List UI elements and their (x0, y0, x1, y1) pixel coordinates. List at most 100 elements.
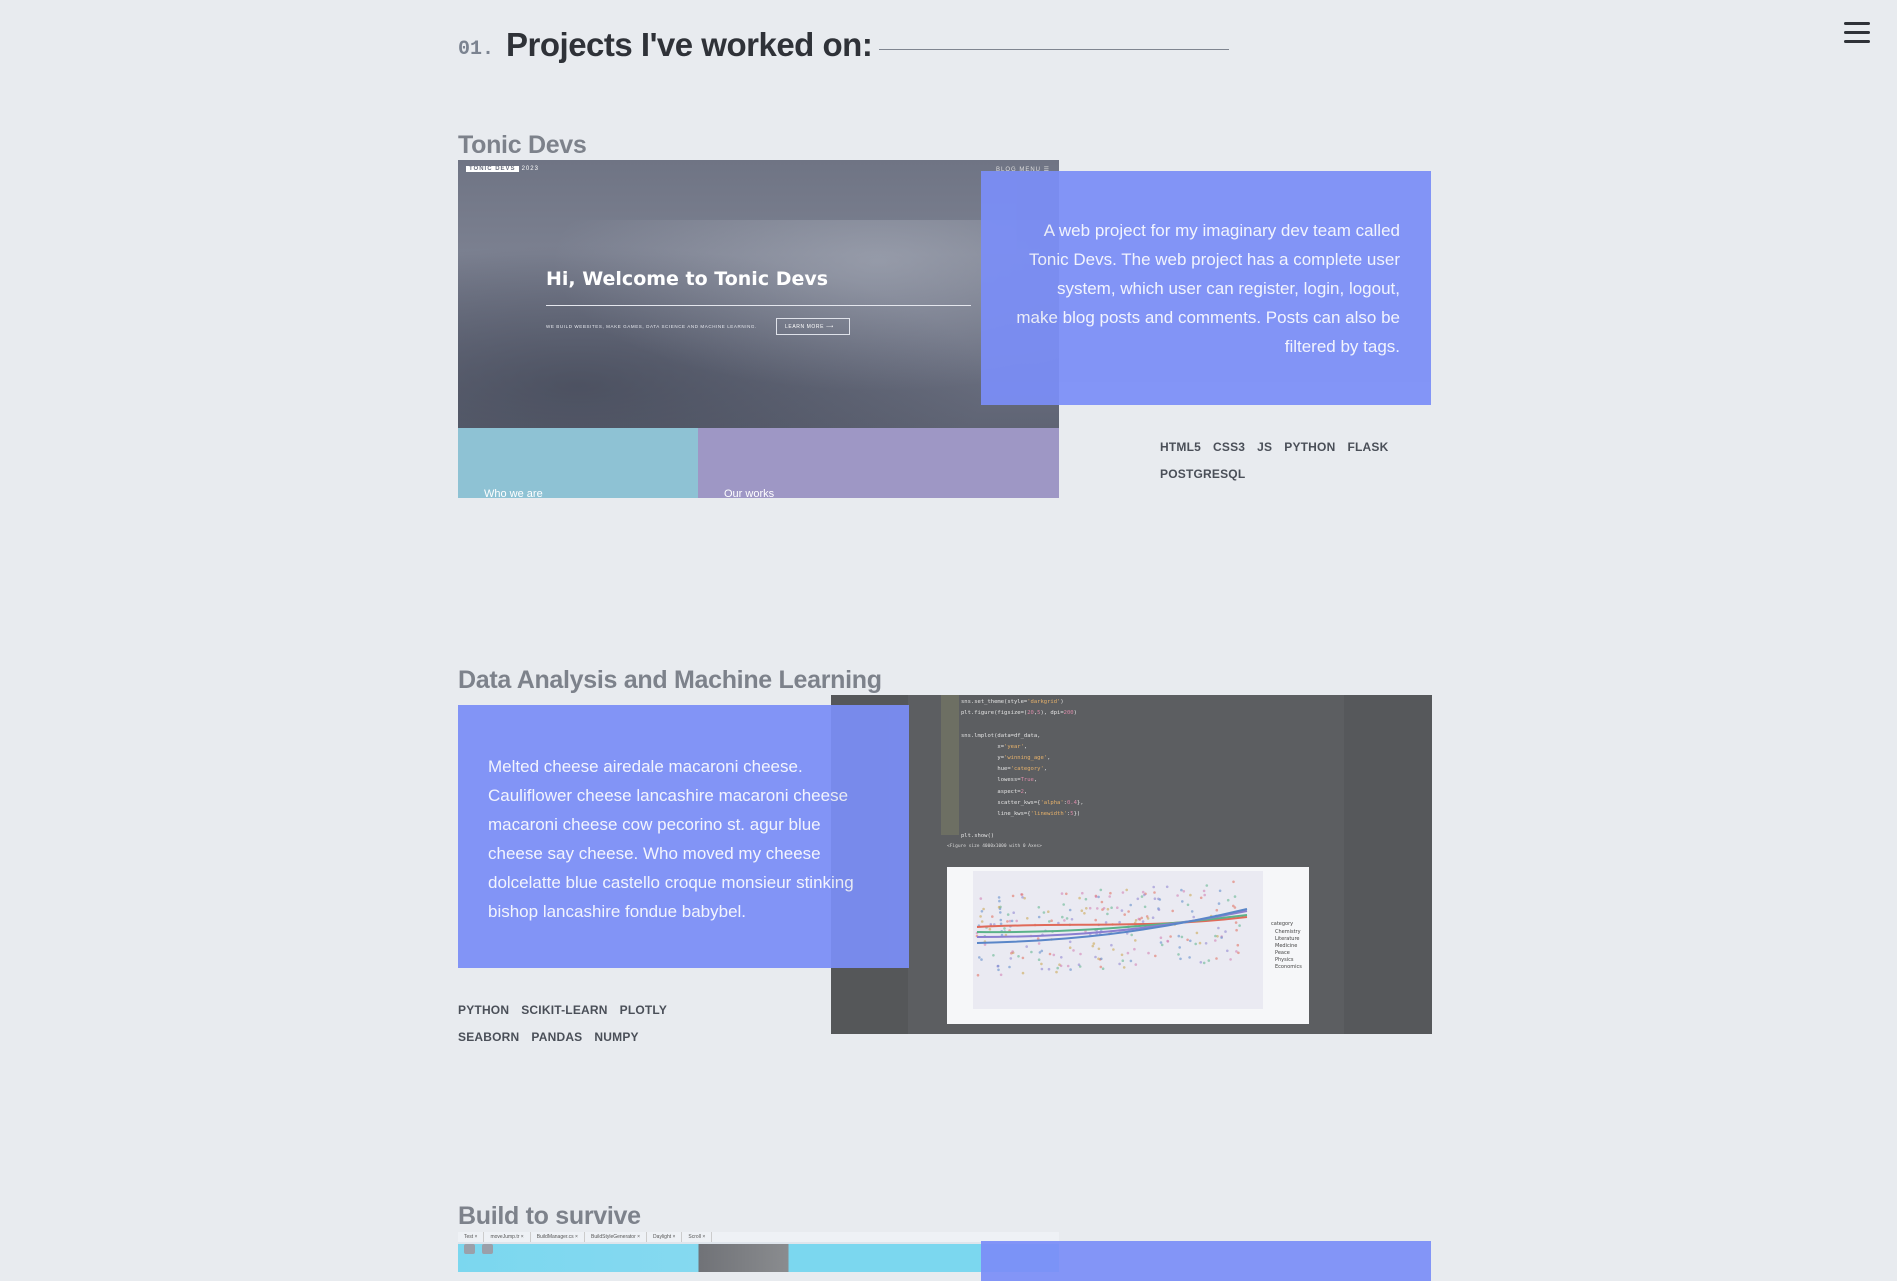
plot-point (1237, 951, 1240, 955)
project-title-build-to-survive[interactable]: Build to survive (458, 1202, 641, 1231)
project-title-data-analysis[interactable]: Data Analysis and Machine Learning (458, 666, 882, 695)
plot-point (1052, 953, 1056, 957)
project-description-card (981, 1241, 1431, 1281)
plot-point (1088, 906, 1092, 910)
plot-point (1204, 942, 1208, 945)
plot-point (991, 915, 994, 918)
plot-point (1056, 966, 1059, 970)
plot-point (1203, 893, 1206, 897)
plot-point (1083, 912, 1086, 915)
plot-point (1047, 910, 1050, 913)
plot-point (979, 897, 983, 900)
plot-point (1012, 911, 1015, 914)
project-screenshot-data-analysis[interactable]: sns.set_theme(style='darkgrid') plt.figu… (831, 695, 1432, 1034)
plot-point (1080, 909, 1084, 912)
plot-point (1097, 895, 1100, 899)
plot-point (1166, 939, 1169, 943)
plot-point (1097, 957, 1100, 961)
figure-output-text: <Figure size 4000x1000 with 0 Axes> (947, 844, 1042, 849)
plot-point (1232, 904, 1235, 908)
plot-point (1205, 884, 1209, 887)
hero-title: Hi, Welcome to Tonic Devs (546, 268, 829, 290)
plot-point (1006, 920, 1009, 923)
plot-point (1011, 894, 1015, 898)
plot-point (1121, 891, 1125, 894)
plot-point (978, 956, 981, 959)
project-title-tonic-devs[interactable]: Tonic Devs (458, 131, 587, 160)
plot-point (1159, 936, 1163, 939)
menu-bar (1844, 31, 1870, 34)
plot-point (1198, 941, 1202, 945)
plot-point (997, 968, 1000, 972)
plot-point (1157, 908, 1161, 911)
plot-point (1218, 889, 1222, 893)
plot-point (1078, 896, 1081, 900)
svg-text:Peace: Peace (1275, 950, 1290, 956)
plot-point (996, 964, 1000, 968)
tag: PYTHON (458, 1003, 510, 1017)
plot-point (1186, 903, 1190, 907)
plot-point (1100, 900, 1104, 904)
plot-point (997, 905, 1001, 909)
plot-point (1077, 963, 1081, 966)
plot-point (1096, 907, 1099, 910)
tag: POSTGRESQL (1160, 467, 1246, 481)
plot-point (1226, 949, 1229, 953)
plot-point (1153, 891, 1156, 894)
plot-point (1134, 963, 1138, 966)
project-screenshot-build-to-survive[interactable]: Test × moveJump.tr × BuildManager.cs × Buil… (458, 1232, 1059, 1272)
plot-point (1021, 896, 1024, 899)
plot-point (1177, 953, 1180, 956)
plot-point (1100, 957, 1103, 961)
plot-point (992, 954, 995, 957)
tech-tags: HTML5 CSS3 JS PYTHON FLASK POSTGRESQL (1160, 434, 1410, 488)
plot-point (982, 907, 985, 911)
code-cell: sns.set_theme(style='darkgrid') plt.figu… (961, 699, 1084, 840)
plot-point (999, 918, 1003, 922)
svg-text:Chemistry: Chemistry (1275, 929, 1301, 935)
plot-point (999, 911, 1002, 914)
menu-bar (1844, 40, 1870, 43)
plot-point (1192, 915, 1195, 919)
plot-point (1165, 885, 1169, 889)
plot-point (1133, 947, 1136, 951)
plot-point (1106, 912, 1109, 916)
plot-point (1008, 965, 1011, 969)
plot-point (1238, 924, 1241, 927)
plot-point (1126, 951, 1130, 955)
plot-point (980, 910, 984, 913)
plot-point (1060, 892, 1064, 895)
plot-point (1025, 945, 1028, 948)
plot-point (1094, 895, 1098, 898)
plot-point (1129, 903, 1132, 907)
plot-point (1179, 957, 1182, 961)
plot-point (1188, 956, 1191, 959)
plot-point (1010, 919, 1014, 923)
hamburger-menu-icon[interactable] (1844, 22, 1870, 44)
plot-point (1199, 896, 1203, 900)
plot-point (1141, 920, 1145, 923)
section-header: 01. Projects I've worked on: (458, 26, 873, 64)
plot-point (1081, 891, 1084, 895)
our-works-block: Our works (698, 428, 1059, 498)
plot-point (998, 899, 1001, 903)
plot-point (1136, 897, 1140, 901)
plot-point (1062, 903, 1065, 906)
plot-point (980, 958, 983, 961)
code-gutter (941, 695, 959, 835)
plot-point (1143, 905, 1147, 909)
plot-point (1215, 957, 1218, 960)
plot-point (1141, 890, 1145, 894)
menu-bar (1844, 22, 1870, 25)
plot-point (1040, 967, 1044, 971)
section-title: Projects I've worked on: (506, 26, 873, 63)
plot-point (1154, 954, 1157, 958)
plot-point (1097, 947, 1101, 951)
toolbar-icon (482, 1244, 493, 1254)
plot-point (1159, 941, 1163, 944)
plot-point (1109, 891, 1112, 895)
plot-point (1084, 897, 1088, 901)
section-divider (879, 49, 1229, 50)
plot-point (1236, 943, 1240, 947)
project-screenshot-tonic-devs[interactable]: TONIC DEVS 2023 BLOG MENU ☰ Hi, Welcome t… (458, 160, 1059, 498)
